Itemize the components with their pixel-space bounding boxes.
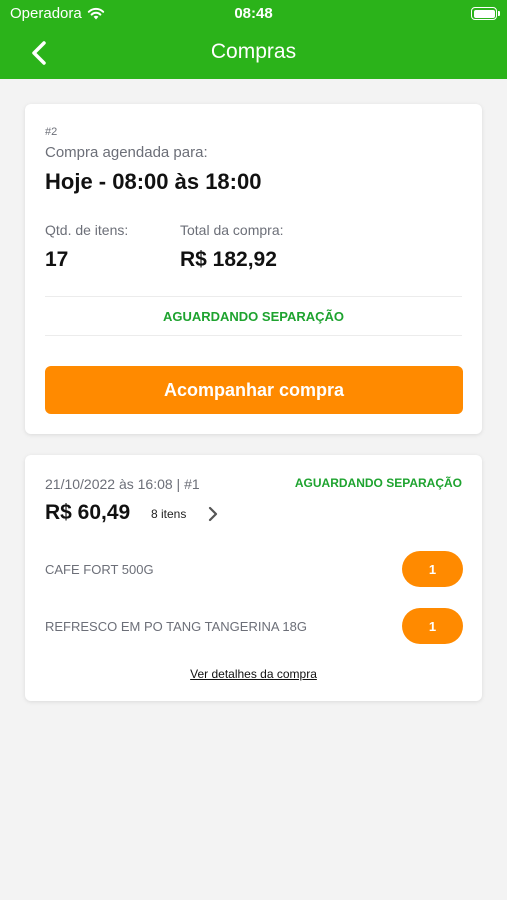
order-status-badge: AGUARDANDO SEPARAÇÃO bbox=[162, 309, 345, 324]
page-title: Compras bbox=[210, 40, 297, 63]
order-total-value: R$ 60,49 bbox=[45, 501, 131, 524]
item-count: 8 itens bbox=[151, 507, 187, 521]
scheduled-order-card: #2 Compra agendada para: Hoje - 08:00 às… bbox=[25, 104, 482, 434]
item-qty-label: Qtd. de itens: bbox=[45, 222, 129, 238]
divider bbox=[45, 296, 462, 297]
app-header: Operadora 08:48 Compras bbox=[0, 0, 507, 79]
status-time: 08:48 bbox=[234, 5, 273, 22]
order-total-label: Total da compra: bbox=[180, 222, 284, 238]
order-details-link[interactable]: Ver detalhes da compra bbox=[25, 667, 482, 681]
list-item-name: CAFE FORT 500G bbox=[45, 562, 154, 577]
past-order-card[interactable]: 21/10/2022 às 16:08 | #1 AGUARDANDO SEPA… bbox=[25, 455, 482, 701]
order-id: #2 bbox=[45, 126, 58, 138]
item-qty-badge: 1 bbox=[402, 551, 463, 587]
order-date-id: 21/10/2022 às 16:08 | #1 bbox=[45, 476, 200, 492]
battery-icon bbox=[471, 7, 500, 20]
schedule-value: Hoje - 08:00 às 18:00 bbox=[45, 169, 262, 194]
schedule-label: Compra agendada para: bbox=[45, 144, 208, 161]
chevron-right-icon[interactable] bbox=[205, 504, 221, 524]
order-status-badge: AGUARDANDO SEPARAÇÃO bbox=[294, 476, 462, 490]
status-bar: Operadora 08:48 bbox=[0, 0, 507, 28]
item-qty-badge: 1 bbox=[402, 608, 463, 644]
order-total-value: R$ 182,92 bbox=[180, 248, 277, 271]
divider bbox=[45, 335, 462, 336]
track-order-button[interactable]: Acompanhar compra bbox=[45, 366, 463, 414]
item-qty-value: 17 bbox=[45, 248, 69, 271]
list-item-name: REFRESCO EM PO TANG TANGERINA 18G bbox=[45, 619, 307, 634]
